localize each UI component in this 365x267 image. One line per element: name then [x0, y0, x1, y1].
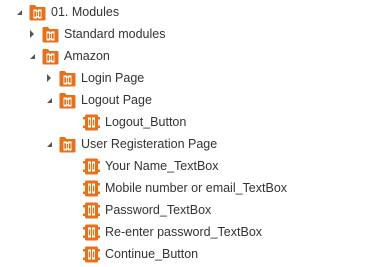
expanded-arrow-icon[interactable]	[27, 46, 37, 66]
tree-item-continue-button[interactable]: Continue_Button	[68, 244, 198, 264]
expanded-arrow-icon[interactable]	[44, 90, 54, 110]
module-icon	[83, 180, 100, 196]
folder-module-icon	[42, 48, 59, 64]
tree-item-label: Logout Page	[81, 93, 152, 107]
tree-item-mobile-email-textbox[interactable]: Mobile number or email_TextBox	[68, 178, 287, 198]
tree-item-label: Continue_Button	[105, 247, 199, 261]
tree-item-user-registration-page[interactable]: User Registeration Page	[44, 134, 217, 154]
tree-item-label: Login Page	[81, 71, 145, 85]
tree-item-logout-button[interactable]: Logout_Button	[68, 112, 186, 132]
tree-item-label: 01. Modules	[51, 5, 120, 19]
module-icon	[83, 158, 100, 174]
tree-item-modules[interactable]: 01. Modules	[14, 2, 119, 22]
tree-item-label: Standard modules	[64, 27, 166, 41]
tree-item-password-textbox[interactable]: Password_TextBox	[68, 200, 211, 220]
tree-item-label: Logout_Button	[105, 115, 187, 129]
tree-item-reenter-password-textbox[interactable]: Re-enter password_TextBox	[68, 222, 262, 242]
collapsed-arrow-icon[interactable]	[27, 24, 37, 44]
tree-item-amazon[interactable]: Amazon	[27, 46, 110, 66]
tree-item-login-page[interactable]: Login Page	[44, 68, 144, 88]
module-tree: 01. Modules Standard modules Amazon Logi…	[0, 0, 365, 267]
tree-item-logout-page[interactable]: Logout Page	[44, 90, 152, 110]
module-icon	[83, 202, 100, 218]
expanded-arrow-icon[interactable]	[14, 2, 24, 22]
folder-module-icon	[29, 4, 46, 20]
folder-module-icon	[59, 92, 76, 108]
module-icon	[83, 246, 100, 262]
folder-module-icon	[42, 26, 59, 42]
collapsed-arrow-icon[interactable]	[44, 68, 54, 88]
module-icon	[83, 224, 100, 240]
tree-item-label: Amazon	[64, 49, 110, 63]
module-icon	[83, 114, 100, 130]
tree-item-your-name-textbox[interactable]: Your Name_TextBox	[68, 156, 219, 176]
folder-module-icon	[59, 70, 76, 86]
tree-item-label: User Registeration Page	[81, 137, 218, 151]
tree-item-label: Password_TextBox	[105, 203, 212, 217]
tree-item-label: Re-enter password_TextBox	[105, 225, 263, 239]
tree-item-standard-modules[interactable]: Standard modules	[27, 24, 165, 44]
tree-item-label: Mobile number or email_TextBox	[105, 181, 288, 195]
tree-item-label: Your Name_TextBox	[105, 159, 219, 173]
expanded-arrow-icon[interactable]	[44, 134, 54, 154]
folder-module-icon	[59, 136, 76, 152]
